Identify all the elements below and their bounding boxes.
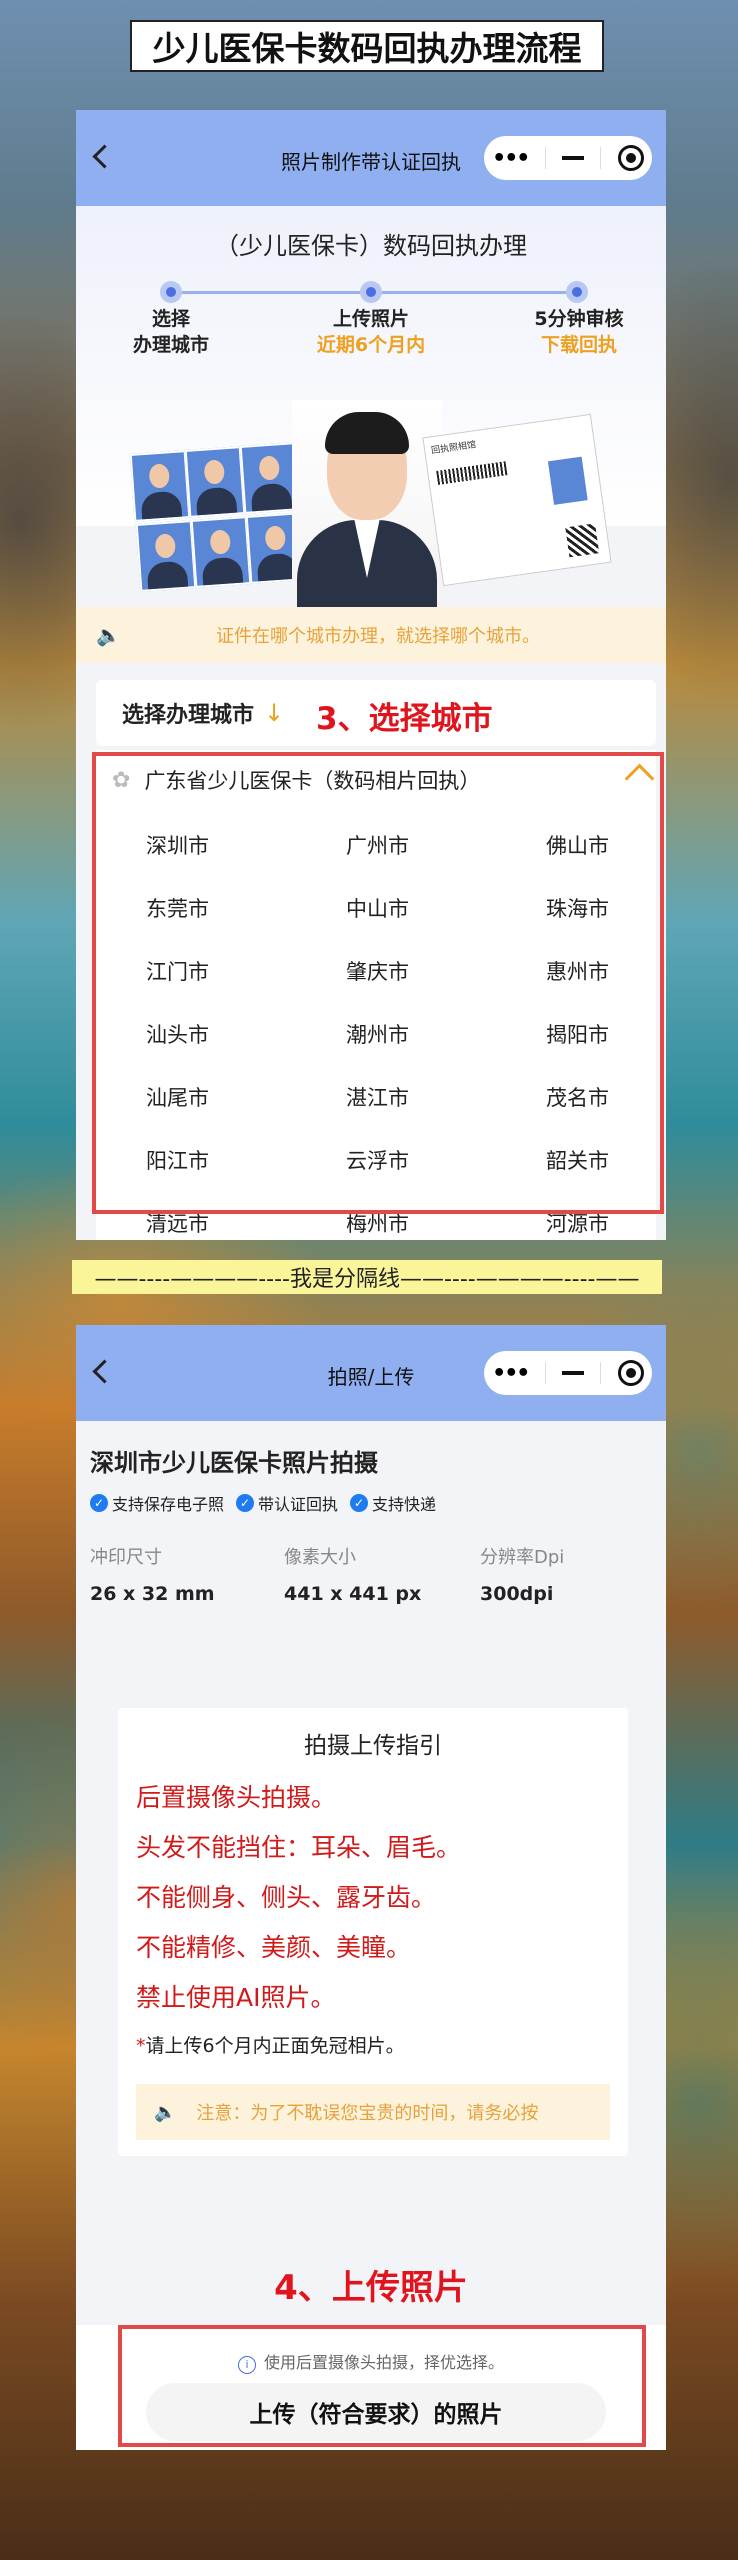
step-2-subtitle: 近期6个月内 (316, 334, 426, 356)
badge-label: 支持保存电子照 (112, 1495, 225, 1514)
spec-value: 26 x 32 mm (90, 1583, 215, 1605)
receipt-header: 回执照相馆 (430, 440, 477, 457)
target-icon[interactable] (617, 1360, 644, 1386)
steps-heading: （少儿医保卡）数码回执办理 (215, 232, 527, 260)
nav-bar: 拍照/上传 ••• (76, 1325, 666, 1421)
spec-print-size: 冲印尺寸 26 x 32 mm (90, 1543, 280, 1605)
guide-line: 头发不能挡住：耳朵、眉毛。 (136, 1833, 462, 1862)
step3-annotation: 3、选择城市 (316, 701, 493, 737)
city-list-highlight-box (92, 752, 664, 1214)
capsule-separator (544, 1362, 546, 1384)
sample-id-photo (129, 450, 191, 522)
spec-pixel-size: 像素大小 441 x 441 px (284, 1543, 474, 1605)
select-city-label: 选择办理城市 (122, 703, 255, 728)
receipt-photo (547, 456, 588, 505)
feature-badge: ✓ 支持保存电子照 (90, 1491, 224, 1515)
guide-requirement: *请上传6个月内正面免冠相片。 (136, 2031, 405, 2058)
sample-receipt-card: 回执照相馆 (422, 413, 612, 587)
capsule-separator (544, 147, 546, 169)
phone-screenshot-upload: 拍照/上传 ••• 深圳市少儿医保卡照片拍摄 ✓ 支持保存电子照 ✓ 带认证回执 ✓… (76, 1325, 666, 2450)
check-icon: ✓ (350, 1494, 369, 1512)
speaker-icon: 🔈 (96, 623, 121, 647)
page-title: 少儿医保卡数码回执办理流程 (130, 20, 604, 72)
mini-program-capsule: ••• (484, 136, 652, 180)
check-icon: ✓ (236, 1494, 255, 1512)
upload-highlight-box (118, 2325, 646, 2447)
city-notice-text: 证件在哪个城市办理，就选择哪个城市。 (216, 626, 540, 647)
badge-label: 支持快递 (372, 1495, 437, 1514)
step-label-2: 上传照片 近期6个月内 (301, 306, 441, 358)
spec-key: 分辨率Dpi (480, 1547, 565, 1568)
guide-line: 不能精修、美颜、美瞳。 (136, 1933, 412, 1962)
city-notice-bar: 🔈 证件在哪个城市办理，就选择哪个城市。 (76, 607, 666, 663)
barcode-icon (436, 461, 508, 485)
feature-badge: ✓ 支持快递 (350, 1491, 436, 1515)
step-1-title: 选择 (151, 308, 190, 330)
step-3-title: 5分钟审核 (534, 308, 624, 330)
guide-heading: 拍摄上传指引 (304, 1733, 442, 1759)
page-heading: 深圳市少儿医保卡照片拍摄 (90, 1449, 378, 1477)
step-3-subtitle: 下载回执 (540, 334, 617, 356)
step-dot-2 (360, 281, 382, 303)
mini-program-capsule: ••• (484, 1351, 652, 1395)
guide-notice-text: 注意：为了不耽误您宝贵的时间，请务必按 (196, 2103, 539, 2124)
guide-notice-bar: 🔈 注意：为了不耽误您宝贵的时间，请务必按 (136, 2084, 610, 2140)
spec-value: 300dpi (480, 1583, 554, 1605)
step4-annotation: 4、上传照片 (274, 2268, 468, 2308)
feature-badges: ✓ 支持保存电子照 ✓ 带认证回执 ✓ 支持快递 (90, 1491, 436, 1515)
step-1-subtitle: 办理城市 (132, 334, 209, 356)
target-icon[interactable] (617, 145, 644, 171)
sample-portrait (292, 400, 442, 610)
qr-code-icon (565, 523, 600, 558)
sample-id-photo (190, 516, 252, 588)
required-star: * (136, 2035, 146, 2057)
capsule-separator (600, 147, 602, 169)
step-label-3: 5分钟审核 下载回执 (509, 306, 649, 358)
sample-id-photo (184, 446, 246, 518)
step-dot-3 (566, 281, 588, 303)
guide-requirement-text: 请上传6个月内正面免冠相片。 (145, 2035, 405, 2057)
feature-badge: ✓ 带认证回执 (236, 1491, 338, 1515)
nav-bar: 照片制作带认证回执 ••• (76, 110, 666, 206)
step-2-title: 上传照片 (332, 308, 409, 330)
speaker-icon: 🔈 (154, 2101, 177, 2123)
guide-line: 不能侧身、侧头、露牙齿。 (136, 1883, 437, 1912)
guide-line: 禁止使用AI照片。 (136, 1983, 336, 2012)
section-divider: ——----————----我是分隔线——----————----—— (72, 1260, 662, 1294)
spec-key: 像素大小 (284, 1547, 356, 1568)
shooting-guide-card: 拍摄上传指引 后置摄像头拍摄。 头发不能挡住：耳朵、眉毛。 不能侧身、侧头、露牙… (118, 1708, 628, 2156)
spec-key: 冲印尺寸 (90, 1547, 162, 1568)
spec-value: 441 x 441 px (284, 1583, 422, 1605)
guide-line: 后置摄像头拍摄。 (136, 1783, 337, 1812)
sample-id-photo (135, 520, 197, 592)
minimize-icon[interactable] (562, 1371, 585, 1375)
step-label-1: 选择 办理城市 (101, 306, 241, 358)
down-arrow-icon: ↓ (264, 699, 285, 727)
step-dot-1 (160, 281, 182, 303)
minimize-icon[interactable] (562, 156, 585, 160)
capsule-separator (600, 1362, 602, 1384)
check-icon: ✓ (90, 1494, 108, 1512)
badge-label: 带认证回执 (258, 1495, 339, 1514)
sample-photos-illustration: 回执照相馆 (129, 400, 612, 610)
more-icon[interactable]: ••• (492, 1361, 530, 1386)
spec-dpi: 分辨率Dpi 300dpi (480, 1543, 666, 1605)
more-icon[interactable]: ••• (492, 146, 530, 171)
